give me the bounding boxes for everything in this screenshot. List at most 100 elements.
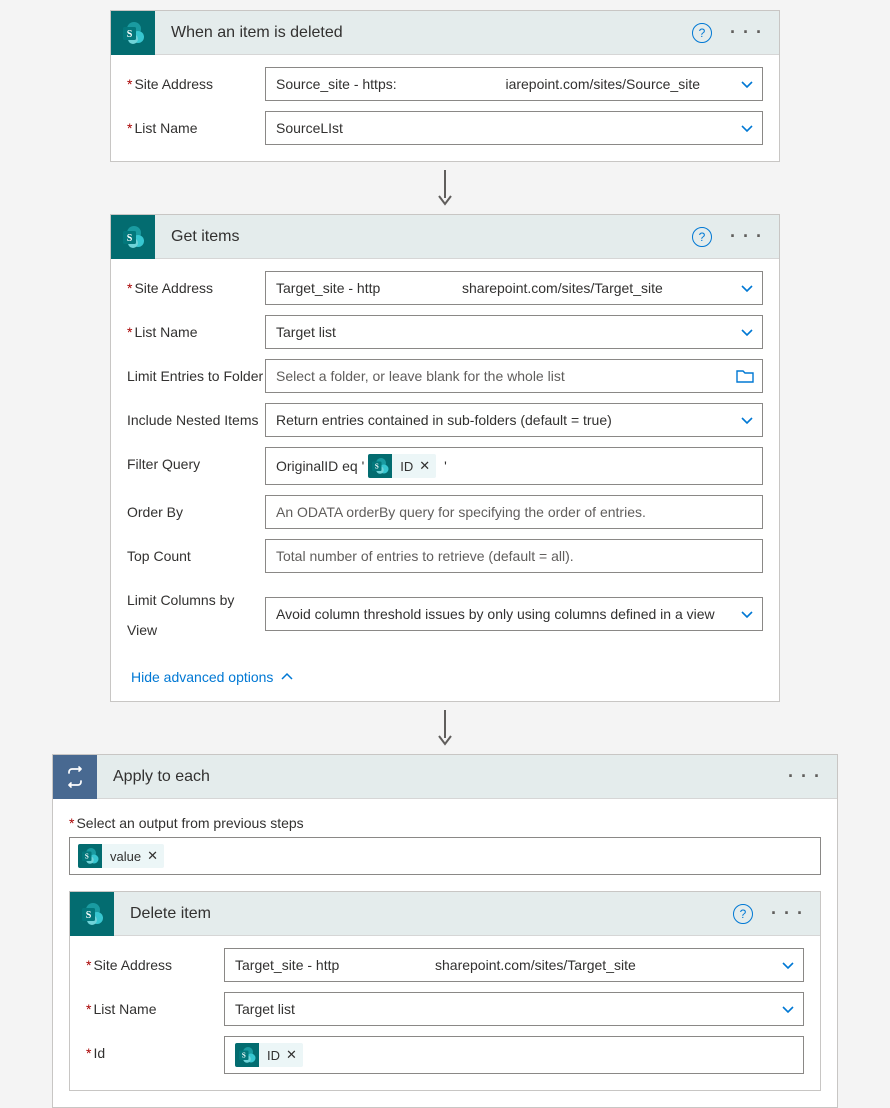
step-apply-to-each: Apply to each · · · *Select an output fr… [52, 754, 838, 1108]
sharepoint-icon: S [235, 1043, 259, 1067]
chevron-down-icon[interactable] [740, 121, 754, 135]
label: List Name [134, 120, 197, 136]
sharepoint-icon: S [111, 215, 155, 259]
label: Limit Entries to Folder [127, 368, 263, 384]
field-list-name: *List Name SourceLIst [127, 111, 763, 145]
field-site-address: *Site Address Target_site - http sharepo… [86, 948, 804, 982]
chevron-down-icon[interactable] [740, 325, 754, 339]
site-address-input[interactable]: Source_site - https: iarepoint.com/sites… [265, 67, 763, 101]
card-title: When an item is deleted [155, 24, 692, 42]
value-left: Target_site - http [276, 280, 462, 296]
svg-text:S: S [86, 910, 92, 921]
card-header[interactable]: S Delete item ? · · · [70, 892, 820, 936]
label: Id [93, 1045, 105, 1061]
sharepoint-icon: S [70, 892, 114, 936]
site-address-input[interactable]: Target_site - http sharepoint.com/sites/… [224, 948, 804, 982]
include-nested-input[interactable]: Return entries contained in sub-folders … [265, 403, 763, 437]
id-input[interactable]: S ID ✕ [224, 1036, 804, 1074]
svg-text:S: S [242, 1052, 246, 1060]
token-label: value [102, 849, 147, 864]
label: Top Count [127, 548, 191, 564]
label: Limit Columns by View [127, 592, 234, 638]
field-filter-query: Filter Query OriginalID eq ' [127, 447, 763, 485]
label: List Name [134, 324, 197, 340]
value-right: sharepoint.com/sites/Target_site [435, 957, 636, 973]
site-address-input[interactable]: Target_site - http sharepoint.com/sites/… [265, 271, 763, 305]
value-right: sharepoint.com/sites/Target_site [462, 280, 663, 296]
more-menu-icon[interactable]: · · · [726, 226, 767, 247]
list-name-input[interactable]: Target list [265, 315, 763, 349]
help-icon[interactable]: ? [692, 227, 712, 247]
card-title: Apply to each [97, 768, 784, 786]
hide-advanced-options-link[interactable]: Hide advanced options [131, 669, 293, 685]
list-name-input[interactable]: SourceLIst [265, 111, 763, 145]
label: Include Nested Items [127, 412, 259, 428]
value: Target list [276, 324, 740, 340]
more-menu-icon[interactable]: · · · [726, 22, 767, 43]
help-icon[interactable]: ? [733, 904, 753, 924]
chevron-up-icon [281, 671, 293, 683]
chevron-down-icon[interactable] [740, 77, 754, 91]
svg-text:S: S [375, 463, 379, 471]
step-get-items: S Get items ? · · · *Site Address Target… [110, 214, 780, 702]
remove-token-icon[interactable]: ✕ [286, 1047, 297, 1063]
list-name-input[interactable]: Target list [224, 992, 804, 1026]
loop-icon [53, 755, 97, 799]
svg-text:S: S [127, 29, 133, 40]
card-header[interactable]: Apply to each · · · [53, 755, 837, 799]
more-menu-icon[interactable]: · · · [767, 903, 808, 924]
token-id[interactable]: S ID ✕ [368, 454, 436, 478]
label: Site Address [134, 280, 213, 296]
chevron-down-icon[interactable] [740, 607, 754, 621]
remove-token-icon[interactable]: ✕ [147, 848, 158, 864]
value-left: Target_site - http [235, 957, 435, 973]
card-header[interactable]: S Get items ? · · · [111, 215, 779, 259]
value: Avoid column threshold issues by only us… [276, 606, 740, 622]
field-id: *Id S [86, 1036, 804, 1074]
remove-token-icon[interactable]: ✕ [419, 458, 430, 474]
label: Filter Query [127, 456, 200, 472]
more-menu-icon[interactable]: · · · [784, 766, 825, 787]
filter-query-input[interactable]: OriginalID eq ' S [265, 447, 763, 485]
connector-arrow [0, 702, 890, 754]
link-text: Hide advanced options [131, 669, 273, 685]
field-list-name: *List Name Target list [127, 315, 763, 349]
sharepoint-icon: S [78, 844, 102, 868]
field-list-name: *List Name Target list [86, 992, 804, 1026]
card-title: Get items [155, 228, 692, 246]
value: Return entries contained in sub-folders … [276, 412, 740, 428]
order-by-input[interactable]: An ODATA orderBy query for specifying th… [265, 495, 763, 529]
select-output-input[interactable]: S value ✕ [69, 837, 821, 875]
limit-columns-input[interactable]: Avoid column threshold issues by only us… [265, 597, 763, 631]
field-top-count: Top Count Total number of entries to ret… [127, 539, 763, 573]
label: Site Address [93, 957, 172, 973]
top-count-input[interactable]: Total number of entries to retrieve (def… [265, 539, 763, 573]
step-delete-item: S Delete item ? · · · *Site Address Targ… [69, 891, 821, 1091]
sharepoint-icon: S [368, 454, 392, 478]
svg-text:S: S [127, 233, 133, 244]
field-limit-columns: Limit Columns by View Avoid column thres… [127, 583, 763, 645]
placeholder: An ODATA orderBy query for specifying th… [276, 504, 754, 520]
value: Target list [235, 1001, 781, 1017]
token-id[interactable]: S ID ✕ [235, 1043, 303, 1067]
chevron-down-icon[interactable] [740, 281, 754, 295]
folder-icon[interactable] [736, 369, 754, 383]
placeholder: Select a folder, or leave blank for the … [276, 368, 736, 384]
card-title: Delete item [114, 905, 733, 923]
label: Order By [127, 504, 183, 520]
label: List Name [93, 1001, 156, 1017]
connector-arrow [0, 162, 890, 214]
limit-folder-input[interactable]: Select a folder, or leave blank for the … [265, 359, 763, 393]
help-icon[interactable]: ? [692, 23, 712, 43]
chevron-down-icon[interactable] [781, 958, 795, 972]
token-label: ID [259, 1048, 286, 1063]
svg-text:S: S [85, 853, 89, 861]
field-limit-folder: Limit Entries to Folder Select a folder,… [127, 359, 763, 393]
card-header[interactable]: S When an item is deleted ? · · · [111, 11, 779, 55]
field-order-by: Order By An ODATA orderBy query for spec… [127, 495, 763, 529]
chevron-down-icon[interactable] [781, 1002, 795, 1016]
select-output-label: *Select an output from previous steps [69, 815, 821, 831]
chevron-down-icon[interactable] [740, 413, 754, 427]
value-left: Source_site - https: [276, 76, 397, 92]
token-value[interactable]: S value ✕ [78, 844, 164, 868]
